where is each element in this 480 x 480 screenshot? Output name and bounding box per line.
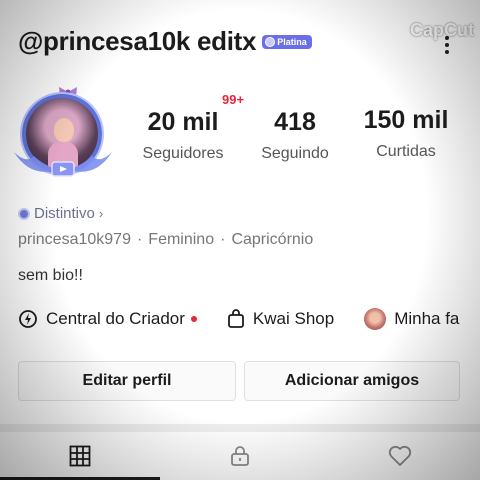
platina-badge-label: Platina [277, 37, 307, 47]
profile-tabs [0, 432, 480, 480]
following-label: Seguindo [261, 145, 329, 162]
chevron-right-icon: › [98, 206, 104, 221]
user-id: princesa10k979 [18, 231, 131, 248]
tab-private[interactable] [160, 432, 320, 480]
distintivo-link[interactable]: Distintivo › [18, 205, 103, 222]
distintivo-icon [18, 207, 30, 220]
kwai-shop-label: Kwai Shop [252, 309, 335, 328]
bio-text: sem bio!! [18, 267, 83, 284]
profile-links: Central do Criador Kwai Shop Minha fa [18, 306, 459, 332]
profile-actions: Editar perfil Adicionar amigos [18, 361, 480, 401]
profile-avatar[interactable] [12, 86, 114, 188]
heart-icon [388, 445, 412, 466]
tab-grid[interactable] [0, 432, 160, 480]
followers-count: 20 mil [147, 108, 219, 136]
shopping-bag-icon [228, 309, 244, 328]
capcut-watermark: CapCut [380, 20, 474, 41]
family-label: Minha fa [394, 309, 460, 328]
followers-label: Seguidores [142, 145, 224, 162]
meta-separator: · [136, 231, 143, 248]
gem-icon [265, 37, 276, 47]
following-stat[interactable]: 418 Seguindo [252, 108, 338, 163]
platina-badge[interactable]: Platina [262, 35, 312, 49]
grid-icon [69, 445, 91, 467]
new-indicator-dot [190, 316, 197, 322]
likes-label: Curtidas [376, 143, 436, 160]
meta-separator: · [220, 231, 226, 248]
zodiac-sign: Capricórnio [231, 231, 314, 248]
section-divider [0, 424, 480, 432]
following-count: 418 [274, 108, 316, 136]
family-avatar-icon [364, 308, 387, 330]
creator-center-icon [19, 310, 37, 328]
profile-header: @princesa10k editx Platina [18, 24, 312, 58]
username: @princesa10k editx [18, 25, 257, 56]
distintivo-label: Distintivo [34, 205, 95, 222]
family-link[interactable]: Minha fa [364, 308, 459, 330]
capcut-logo-icon [380, 23, 406, 38]
lock-icon [231, 446, 249, 466]
likes-count: 150 mil [363, 106, 449, 134]
likes-stat[interactable]: 150 mil Curtidas [356, 106, 456, 161]
capcut-label: CapCut [410, 20, 474, 40]
notification-badge: 99+ [222, 92, 245, 107]
wings-icon [14, 152, 112, 177]
gender: Feminino [148, 231, 215, 248]
followers-stat[interactable]: 20 mil Seguidores [130, 108, 236, 163]
add-friends-button[interactable]: Adicionar amigos [244, 361, 460, 401]
profile-meta: princesa10k979 · Feminino · Capricórnio [18, 231, 313, 249]
creator-center-link[interactable]: Central do Criador [18, 309, 197, 329]
edit-profile-button[interactable]: Editar perfil [18, 361, 236, 401]
creator-center-label: Central do Criador [46, 309, 185, 328]
kwai-shop-link[interactable]: Kwai Shop [227, 309, 334, 329]
tab-liked[interactable] [320, 432, 480, 480]
